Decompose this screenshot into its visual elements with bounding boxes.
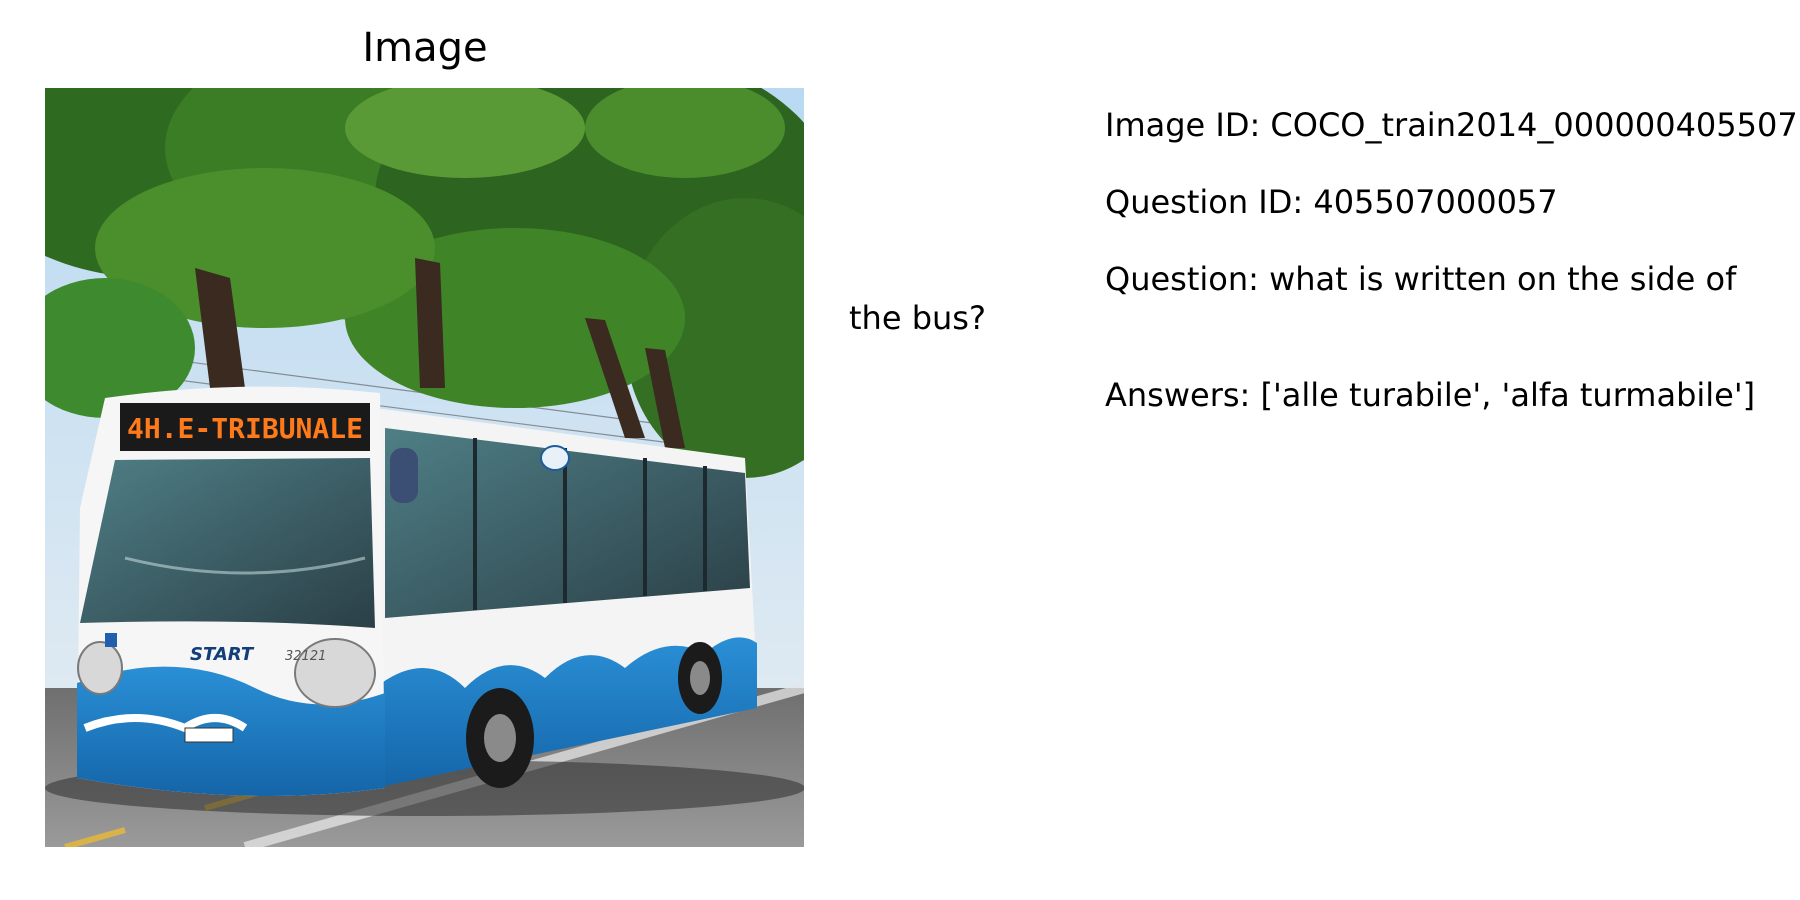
bus-brand-text: START xyxy=(190,644,255,665)
question-id-text: Question ID: 405507000057 xyxy=(1105,183,1558,221)
image-id-text: Image ID: COCO_train2014_000000405507 xyxy=(1105,106,1798,144)
answers-text: Answers: ['alle turabile', 'alfa turmabi… xyxy=(1105,375,1756,414)
question-text: Question: what is written on the side of… xyxy=(849,260,1737,337)
sample-info: Image ID: COCO_train2014_000000405507 Qu… xyxy=(849,106,1799,453)
bus-photo: 4H.E-TRIBUNALE START 32121 xyxy=(45,88,804,847)
bus-fleet-number: 32121 xyxy=(285,649,326,664)
panel-title: Image xyxy=(362,25,488,71)
destination-sign-text: 4H.E-TRIBUNALE xyxy=(127,412,363,445)
